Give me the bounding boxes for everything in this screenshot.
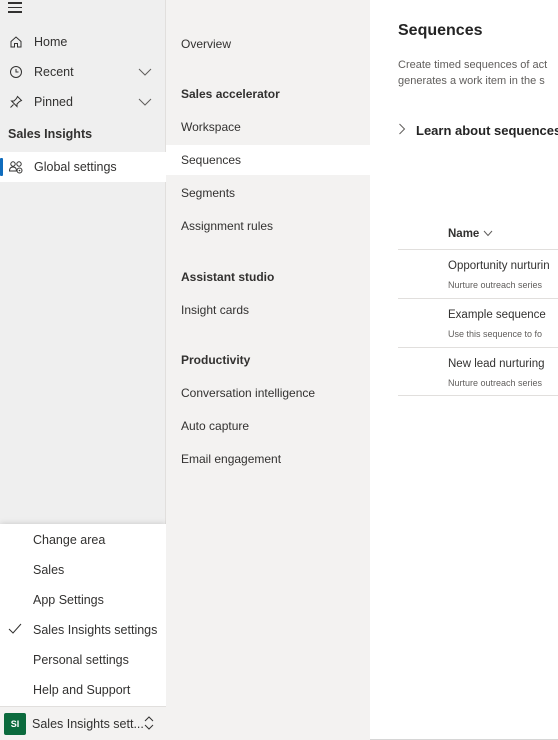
chevron-up-down-icon <box>144 716 154 733</box>
column-header-label: Name <box>448 228 480 240</box>
main-content: Sequences Create timed sequences of act … <box>370 0 558 740</box>
area-avatar: SI <box>4 712 26 735</box>
learn-more-label: Learn about sequences <box>416 123 558 138</box>
description-line: Create timed sequences of act <box>398 59 548 71</box>
settings-item-auto-capture[interactable]: Auto capture <box>166 411 370 441</box>
pin-icon <box>8 94 24 110</box>
home-icon <box>8 34 24 50</box>
area-switcher[interactable]: SI Sales Insights sett... <box>0 706 166 740</box>
settings-item-email-engagement[interactable]: Email engagement <box>166 444 370 474</box>
area-option-sales[interactable]: Sales <box>0 555 166 585</box>
sequence-description: Nurture outreach series <box>448 378 543 388</box>
nav-item-label: Global settings <box>34 160 117 174</box>
chevron-right-icon <box>398 123 406 138</box>
area-option-label: Sales Insights settings <box>33 623 158 637</box>
column-header-name[interactable]: Name <box>448 228 493 240</box>
nav-item-label: Pinned <box>34 95 73 109</box>
table-row[interactable]: Opportunity nurturin Nurture outreach se… <box>398 249 558 298</box>
settings-item-workspace[interactable]: Workspace <box>166 112 370 142</box>
settings-item-insight-cards[interactable]: Insight cards <box>166 295 370 325</box>
change-area-flyout: Change area Sales App Settings Sales Ins… <box>0 524 166 706</box>
page-description: Create timed sequences of act generates … <box>398 57 558 89</box>
page-title: Sequences <box>398 22 483 39</box>
sequence-name[interactable]: Opportunity nurturin <box>448 260 550 272</box>
clock-icon <box>8 64 24 80</box>
chevron-down-icon[interactable] <box>138 96 152 110</box>
table-row[interactable]: New lead nurturing Nurture outreach seri… <box>398 347 558 396</box>
nav-item-pinned[interactable]: Pinned <box>0 87 166 117</box>
chevron-down-icon <box>483 228 493 240</box>
settings-item-conversation-intelligence[interactable]: Conversation intelligence <box>166 378 370 408</box>
flyout-heading: Change area <box>33 533 106 547</box>
settings-item-assignment-rules[interactable]: Assignment rules <box>166 211 370 241</box>
sequence-description: Nurture outreach series <box>448 280 543 290</box>
checkmark-icon <box>8 623 22 638</box>
settings-item-sequences[interactable]: Sequences <box>166 145 370 175</box>
area-option-app-settings[interactable]: App Settings <box>0 585 166 615</box>
settings-section-heading: Productivity <box>181 353 251 367</box>
settings-item-segments[interactable]: Segments <box>166 178 370 208</box>
learn-about-sequences-expander[interactable]: Learn about sequences <box>398 123 558 138</box>
chevron-down-icon[interactable] <box>138 66 152 80</box>
sequence-name[interactable]: New lead nurturing <box>448 358 545 370</box>
nav-section-header: Sales Insights <box>8 127 93 141</box>
settings-section-heading: Sales accelerator <box>181 87 280 101</box>
area-option-personal-settings[interactable]: Personal settings <box>0 645 166 675</box>
area-option-sales-insights-settings[interactable]: Sales Insights settings <box>0 615 166 645</box>
hamburger-menu-icon[interactable] <box>8 2 22 14</box>
settings-section-heading: Assistant studio <box>181 270 275 284</box>
sequence-name[interactable]: Example sequence <box>448 309 546 321</box>
area-option-help-support[interactable]: Help and Support <box>0 675 166 705</box>
table-divider <box>398 395 558 396</box>
nav-item-recent[interactable]: Recent <box>0 57 166 87</box>
description-line: generates a work item in the s <box>398 75 545 87</box>
settings-people-icon <box>8 159 24 175</box>
nav-item-label: Recent <box>34 65 74 79</box>
table-row[interactable]: Example sequence Use this sequence to fo <box>398 298 558 347</box>
area-switcher-label: Sales Insights sett... <box>32 716 144 731</box>
nav-item-home[interactable]: Home <box>0 27 166 57</box>
settings-item-overview[interactable]: Overview <box>166 29 370 59</box>
sequence-description: Use this sequence to fo <box>448 329 543 339</box>
settings-navigation: Overview Sales accelerator Workspace Seq… <box>166 0 370 740</box>
nav-item-global-settings[interactable]: Global settings <box>0 152 166 182</box>
nav-item-label: Home <box>34 35 68 49</box>
